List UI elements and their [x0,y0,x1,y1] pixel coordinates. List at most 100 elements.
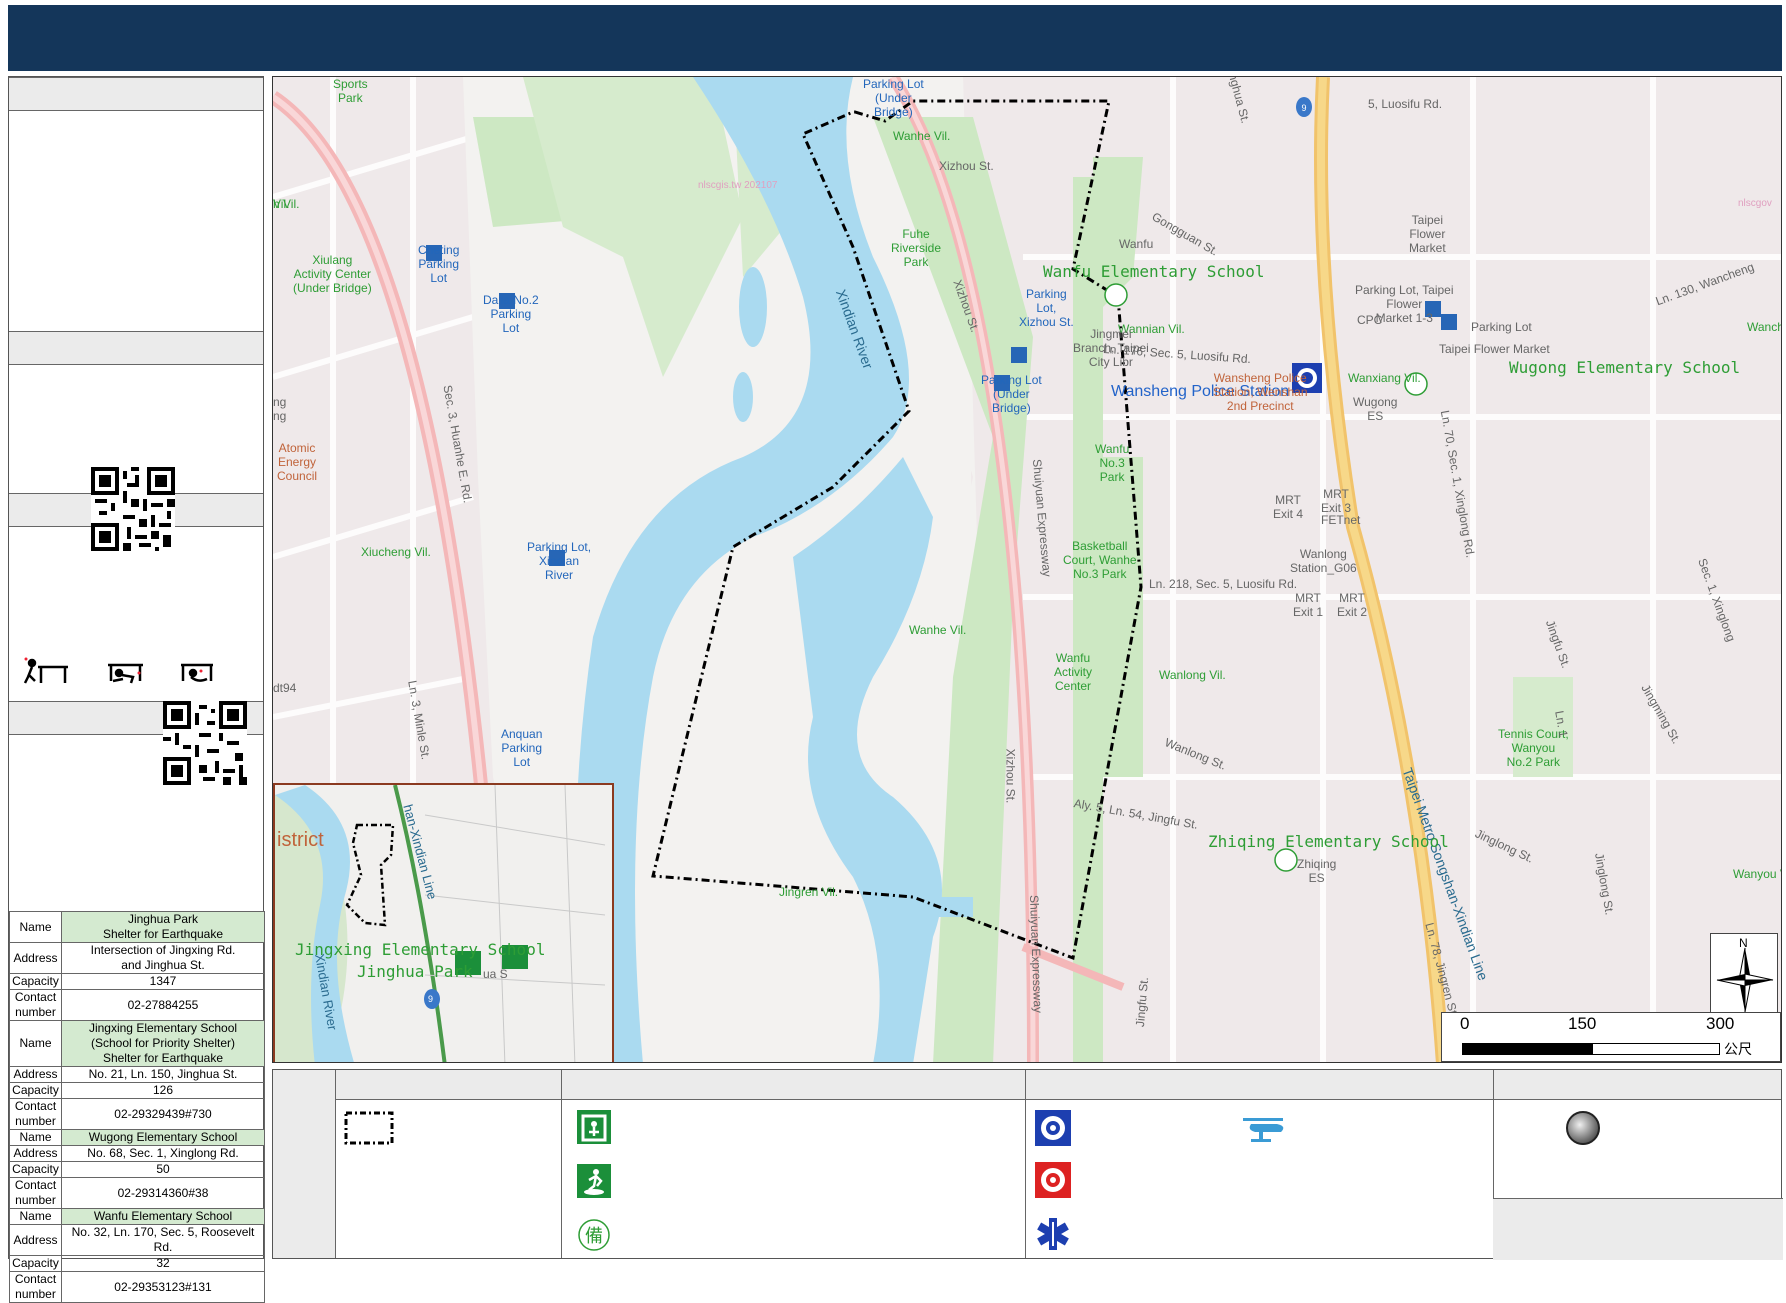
shelter-name-label: Name [9,1129,62,1146]
map-label: Fuhe Riverside Park [891,227,942,269]
section-bar-2 [9,331,263,365]
shelter-capacity-label: Capacity [9,1255,62,1272]
scale-zero: 0 [1460,1014,1470,1033]
school-label: Wugong Elementary School [1509,358,1741,377]
poi-label: Wanfu [1119,237,1154,251]
shelter-name-label: Name [9,1208,62,1225]
shelter-contact-label: Contact number [9,1098,62,1130]
shelter-table: Name Jinghua Park Shelter for Earthquake A… [9,911,265,1303]
shelter-capacity: 1347 [61,973,265,990]
table-row: Capacity 126 [9,1082,265,1099]
info-panel: Name Jinghua Park Shelter for Earthquake A… [8,76,265,1303]
map-label: Jingren Vil. [779,885,839,899]
poi-label: Taipei Flower Market [1409,213,1446,255]
poi-label: Parking Lot (Under Bridge) [863,77,924,119]
map-label: Wanxiang Vil. [1348,371,1421,385]
shelter-contact: 02-27884255 [61,989,265,1021]
shelter-capacity-label: Capacity [9,1161,62,1178]
poi-label: Parking Lot (Under Bridge) [981,373,1042,415]
table-row: Capacity 1347 [9,973,265,990]
legend-header [335,1070,1781,1100]
legend: 備 [272,1069,1783,1260]
shelter-name-label: Name [9,911,62,943]
shelter-name-label: Name [9,1020,62,1067]
scale-bar: 0 150 300 公尺 [1441,1012,1781,1062]
shelter-address: Intersection of Jingxing Rd. and Jinghua… [61,942,265,974]
road-shield: 9 [428,994,434,1004]
table-row: Name Jingxing Elementary School (School f… [9,1020,265,1067]
poi-label: FETnet [1321,513,1361,527]
shelter-capacity: 126 [61,1082,265,1099]
shelter-icon [577,1110,611,1144]
school-label: Jingxing Elementary School [295,940,546,959]
shelter-contact: 02-29329439#730 [61,1098,265,1130]
poi-label: Parking Lot [1471,320,1532,334]
map-label: Wanfu No.3 Park [1095,442,1130,484]
poi-label: ng ng [273,395,287,423]
map-label: Wanlong Vil. [1159,668,1226,682]
table-row: Contact number 02-29314360#38 [9,1177,265,1209]
table-row: Address Intersection of Jingxing Rd. and … [9,942,265,974]
scale-mid: 150 [1568,1014,1597,1033]
map-view[interactable]: 9 Wanhe Vil. Wannian Vil. Wanxiang Vil. … [272,76,1782,1063]
shelter-name: Wanfu Elementary School [61,1208,265,1225]
table-row: Name Wanfu Elementary School [9,1208,265,1225]
qr-code-2[interactable] [163,701,247,785]
poi-label: Anquan Parking Lot [501,727,543,769]
table-row: Capacity 32 [9,1255,265,1272]
police-icon [1035,1110,1071,1146]
table-row: Name Wugong Elementary School [9,1129,265,1146]
table-row: Contact number 02-27884255 [9,989,265,1021]
medical-icon [1037,1218,1069,1250]
poi-label: Zhiqing ES [1297,857,1337,885]
inset-map[interactable]: istrict han-Xindian Line Xindian River J… [273,783,614,1062]
school-label: Wanfu Elementary School [1043,262,1265,281]
qr-code[interactable] [91,467,175,551]
street-label: ua S [483,967,508,981]
poi-label: Parking Lot, Xizhou St. [1019,287,1074,329]
road-shield: 9 [1301,103,1306,113]
shelter-contact-label: Contact number [9,1271,62,1303]
outdoor-shelter-icon [577,1164,611,1198]
map-label: Wanche [1747,320,1781,334]
table-row: Name Jinghua Park Shelter for Earthquake [9,911,265,943]
shelter-name: Wugong Elementary School [61,1129,265,1146]
fire-station-icon [1035,1162,1071,1198]
shelter-address-label: Address [9,1145,62,1162]
shelter-address: No. 21, Ln. 150, Jinghua St. [61,1066,265,1083]
table-row: Contact number 02-29353123#131 [9,1271,265,1303]
poi-label: Jingmei Branch, Taipei City Libr [1073,327,1149,369]
scale-unit: 公尺 [1724,1041,1752,1057]
reserve-shelter-icon: 備 [578,1219,610,1251]
street-label: Ln. 218, Sec. 5, Luosifu Rd. [1149,577,1298,591]
table-row: Address No. 68, Sec. 1, Xinglong Rd. [9,1145,265,1162]
poi-label: Parking Lot, Xindian River [527,540,592,582]
poi-label: Cheting Parking Lot [418,243,460,285]
compass: N [1710,933,1778,1017]
poi-label: Da'ia No.2 Parking Lot [483,293,539,335]
table-row: Contact number 02-29329439#730 [9,1098,265,1130]
poi-label: Wanlong Station_G06 [1290,547,1357,575]
map-label: Wanyou V [1733,867,1781,881]
poi-label: MRT Exit 2 [1337,591,1368,619]
shelter-name: Jinghua Park Shelter for Earthquake [61,911,265,943]
shelter-contact-label: Contact number [9,1177,62,1209]
map-label: Wanfu Activity Center [1054,651,1093,693]
street-label: Xizhou St. [1003,748,1018,804]
shelter-contact: 02-29314360#38 [61,1177,265,1209]
table-row: Address No. 32, Ln. 170, Sec. 5, Roosevel… [9,1224,265,1256]
drop-cover-hold-icons [23,657,213,684]
map-label: Basketball Court, Wanhe No.3 Park [1063,539,1137,581]
poi-label: Wugong ES [1353,395,1398,423]
watermark: nlscgov [1738,198,1772,209]
shelter-capacity-label: Capacity [9,973,62,990]
table-row: Capacity 50 [9,1161,265,1178]
map-label: Xiulang Activity Center (Under Bridge) [293,253,372,295]
map-label: Sports Park [333,77,368,105]
north-arrow-icon [1716,947,1774,1013]
shelter-address: No. 32, Ln. 170, Sec. 5, Roosevelt Rd. [61,1224,265,1256]
school-label: Zhiqing Elementary School [1208,832,1449,851]
shelter-address-label: Address [9,1224,62,1256]
map-label: Xiucheng Vil. [361,545,431,559]
siren-icon [1566,1111,1600,1145]
